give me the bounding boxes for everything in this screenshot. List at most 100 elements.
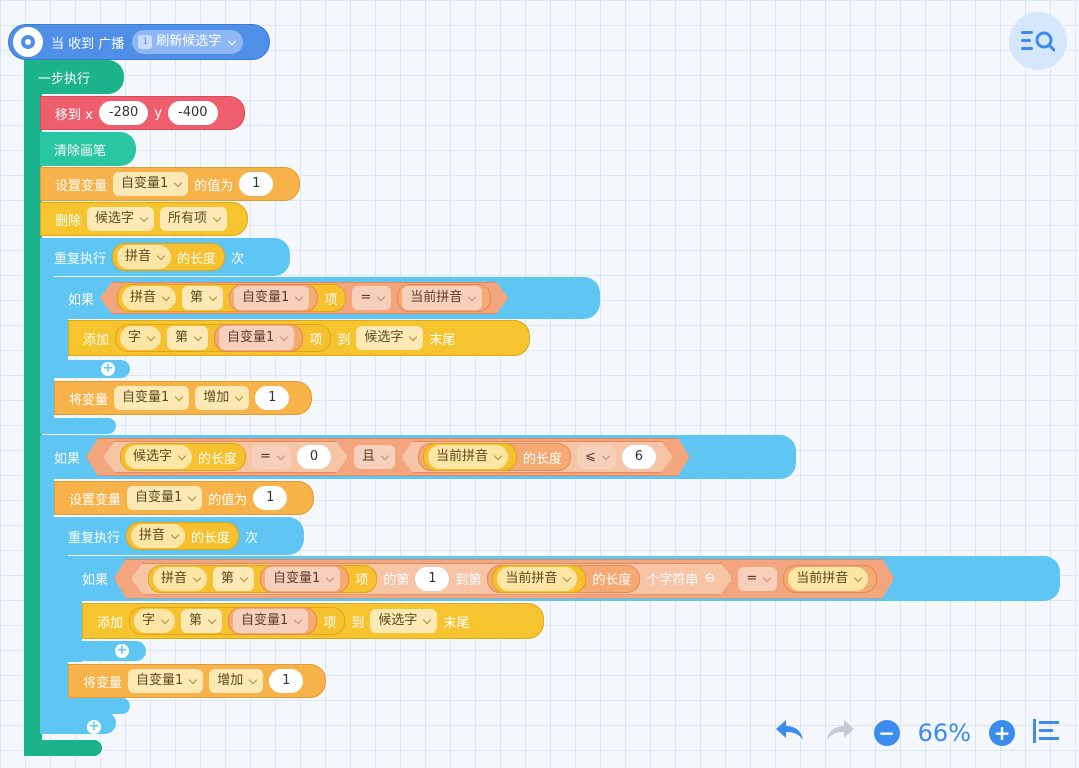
delete-list-block[interactable]: 删除 候选字 所有项 [40,202,248,236]
move-to-block[interactable]: 移到 x -280 y -400 [40,96,245,130]
variable-dropdown[interactable]: 自变量1 [233,609,309,633]
equals-condition[interactable]: 候选字 的长度 = 0 [103,441,348,473]
list-dropdown[interactable]: 候选字 [87,207,155,231]
zoom-level: 66% [917,719,971,747]
length-label: 的长度 [191,530,231,546]
set-value-input[interactable]: 1 [239,172,274,196]
variable-dropdown[interactable]: 当前拼音 [788,567,868,591]
list-length-reporter[interactable]: 拼音 的长度 [112,243,226,271]
variable-reporter[interactable]: 当前拼音 [492,565,586,593]
variable-dropdown[interactable]: 自变量1 [114,386,190,410]
variable-dropdown[interactable]: 自变量1 [127,486,203,510]
variable-reporter[interactable]: 自变量1 [228,607,318,635]
nth-dropdown[interactable]: 第 [213,567,254,591]
list-dropdown[interactable]: 拼音 [131,524,186,548]
variable-dropdown[interactable]: 自变量1 [265,567,340,591]
variable-reporter[interactable]: 当前拼音 [423,443,517,471]
variable-dropdown[interactable]: 当前拼音 [402,286,482,310]
item-dropdown[interactable]: 所有项 [160,207,228,231]
equals-condition[interactable]: 拼音 第 自变量1 项 = 当前拼音 [100,282,508,314]
list-item-reporter[interactable]: 拼音 第 自变量1 项 [117,284,346,312]
nth-dropdown[interactable]: 第 [167,326,209,350]
target-list-dropdown[interactable]: 候选字 [356,326,424,350]
set-variable-block[interactable]: 设置变量 自变量1 的值为 1 [54,481,314,515]
set-value-input[interactable]: 1 [253,486,288,510]
le-condition[interactable]: 当前拼音 的长度 ⩽ 6 [401,441,673,473]
add-branch-plus-icon[interactable]: + [115,644,129,658]
equals-condition[interactable]: 拼音 第 自变量1 项 的第 1 到第 当前拼音 的长度 个字符串 ⊖ = 当前… [114,559,894,599]
list-item-reporter[interactable]: 拼音 第 自变量1 项 [148,565,377,593]
clear-pen-block[interactable]: 清除画笔 [40,132,136,166]
variable-reporter[interactable]: 当前拼音 [397,284,491,312]
change-op-dropdown[interactable]: 增加 [209,669,264,693]
variable-dropdown[interactable]: 自变量1 [219,326,295,350]
undo-icon[interactable] [774,718,806,748]
redo-icon[interactable] [824,718,856,748]
list-item-reporter[interactable]: 字 第 自变量1 项 [115,324,332,352]
and-condition[interactable]: 候选字 的长度 = 0 且 当前拼音 的长度 ⩽ 6 [86,438,690,476]
list-dropdown[interactable]: 候选字 [125,445,192,469]
variable-reporter[interactable]: 自变量1 [214,324,304,352]
add-branch-plus-icon[interactable]: + [101,362,115,376]
add-to-list-block[interactable]: 添加 字 第 自变量1 项 到 候选字 末尾 [82,603,544,639]
change-variable-block[interactable]: 将变量 自变量1 增加 1 [54,381,312,415]
list-dropdown[interactable]: 字 [134,609,176,633]
zoom-in-button[interactable]: + [989,720,1015,746]
list-length-reporter[interactable]: 拼音 的长度 [126,522,240,550]
set-value-label: 的值为 [208,492,248,508]
operator-dropdown[interactable]: ⩽ [577,445,616,469]
variable-dropdown[interactable]: 当前拼音 [497,567,577,591]
operator-dropdown[interactable]: = [738,567,777,591]
change-value-input[interactable]: 1 [255,386,290,410]
minus-icon[interactable]: ⊖ [704,571,715,586]
change-value-input[interactable]: 1 [269,669,304,693]
list-item-reporter[interactable]: 字 第 自变量1 项 [129,607,346,635]
y-input[interactable]: -400 [168,101,218,125]
variable-dropdown[interactable]: 自变量1 [234,286,309,310]
if-block[interactable]: 如果 候选字 的长度 = 0 且 当前拼音 的长度 ⩽ 6 [40,435,796,479]
compare-value-input[interactable]: 6 [622,445,656,469]
change-op-dropdown[interactable]: 增加 [195,386,250,410]
add-branch-plus-icon[interactable]: + [87,720,101,734]
step-block[interactable]: 一步执行 [24,60,124,94]
variable-dropdown[interactable]: 当前拼音 [428,445,508,469]
zoom-out-button[interactable]: − [873,720,900,746]
string-length-reporter[interactable]: 当前拼音 的长度 [487,565,640,593]
variable-reporter[interactable]: 自变量1 [229,284,318,312]
compare-value-input[interactable]: 0 [297,445,331,469]
change-variable-block[interactable]: 将变量 自变量1 增加 1 [68,664,326,698]
length-label: 的长度 [198,451,238,467]
list-dropdown[interactable]: 拼音 [122,286,176,310]
variable-dropdown[interactable]: 自变量1 [113,172,189,196]
list-dropdown[interactable]: 拼音 [117,245,172,269]
variable-reporter[interactable]: 当前拼音 [783,565,877,593]
end-label: 末尾 [443,615,470,631]
when-broadcast-hat-block[interactable]: 当 收到 广播 1 刷新候选字 [8,24,270,60]
variable-reporter[interactable]: 自变量1 [260,565,349,593]
if-label: 如果 [82,573,109,588]
operator-dropdown[interactable]: = [252,445,291,469]
nth-dropdown[interactable]: 第 [181,609,223,633]
broadcast-message-dropdown[interactable]: 1 刷新候选字 [132,30,244,54]
variable-dropdown[interactable]: 自变量1 [128,669,204,693]
if-block[interactable]: 如果 拼音 第 自变量1 项 = 当前拼音 [54,277,600,319]
and-dropdown[interactable]: 且 [354,445,395,469]
x-input[interactable]: -280 [98,101,149,125]
search-blocks-button[interactable] [1009,12,1067,70]
list-length-reporter[interactable]: 候选字 的长度 [120,443,246,471]
if-block[interactable]: 如果 拼音 第 自变量1 项 的第 1 到第 当前拼音 的长度 个字符串 ⊖ =… [68,556,1060,601]
list-dropdown[interactable]: 拼音 [153,567,207,591]
repeat-block[interactable]: 重复执行 拼音 的长度 次 [40,238,290,276]
operator-dropdown[interactable]: = [352,286,391,310]
list-dropdown[interactable]: 字 [120,326,162,350]
set-variable-block[interactable]: 设置变量 自变量1 的值为 1 [40,167,300,201]
add-to-list-block[interactable]: 添加 字 第 自变量1 项 到 候选字 末尾 [68,320,530,356]
nth-dropdown[interactable]: 第 [182,286,223,310]
if-label: 如果 [68,292,95,308]
string-length-reporter[interactable]: 当前拼音 的长度 [418,443,571,471]
target-list-dropdown[interactable]: 候选字 [370,609,438,633]
align-blocks-icon[interactable] [1033,719,1059,747]
repeat-block[interactable]: 重复执行 拼音 的长度 次 [54,517,304,555]
start-index-input[interactable]: 1 [415,567,449,591]
substring-reporter[interactable]: 拼音 第 自变量1 项 的第 1 到第 当前拼音 的长度 个字符串 ⊖ [131,563,732,595]
